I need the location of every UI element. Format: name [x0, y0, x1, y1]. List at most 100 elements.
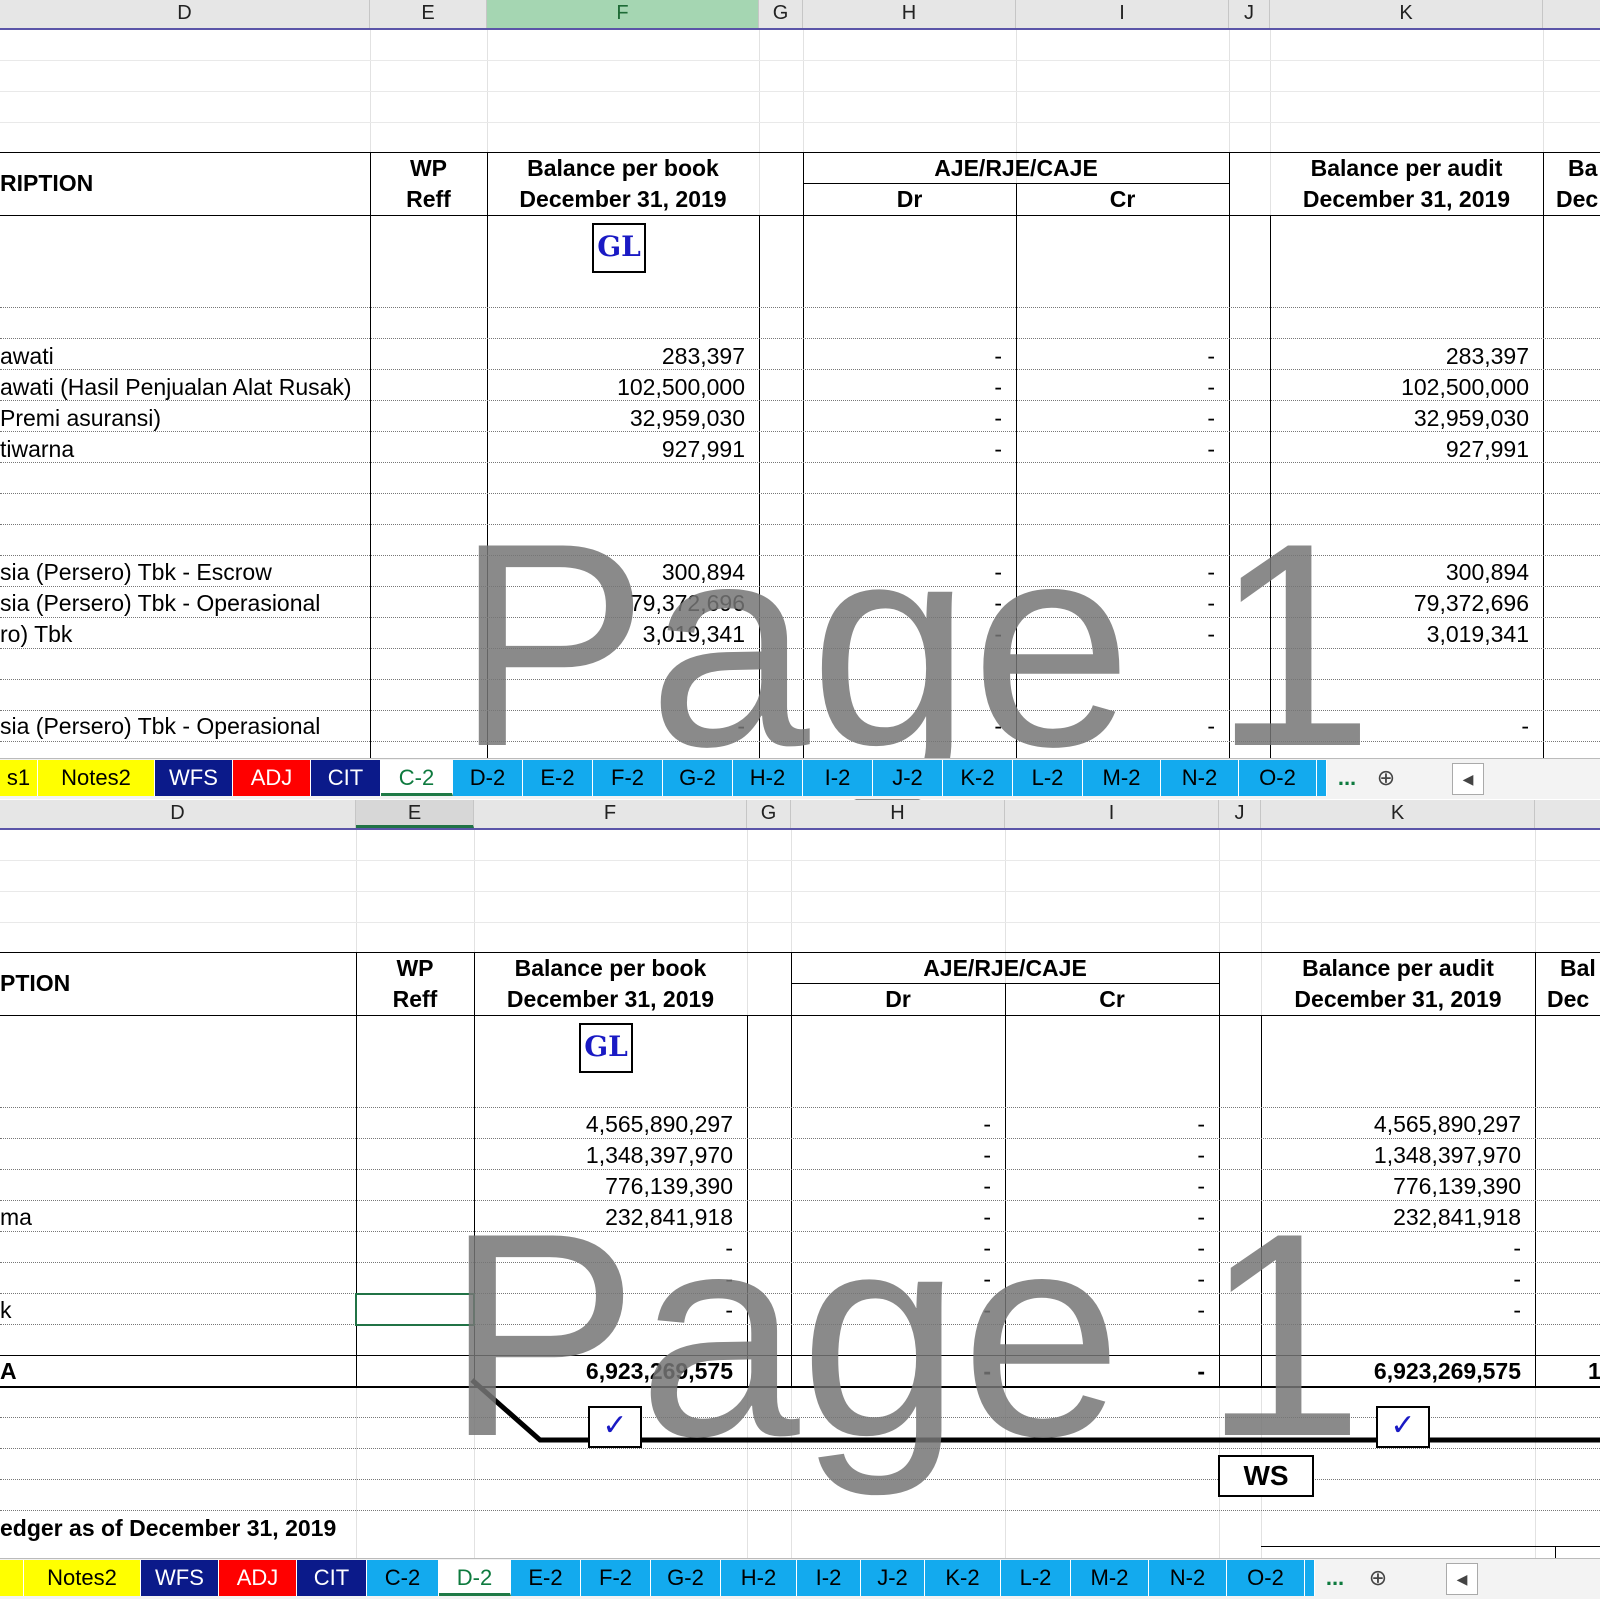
sheet-tab[interactable]: CIT — [297, 1560, 367, 1596]
sheet-tab[interactable]: D-2 — [453, 760, 523, 796]
cell-grid[interactable]: PTION WP Reff Balance per book December … — [0, 830, 1600, 1558]
row-description: ro) Tbk — [0, 621, 73, 647]
book-header-line2: December 31, 2019 — [519, 186, 727, 212]
sheet-tab-active[interactable]: D-2 — [439, 1560, 511, 1596]
sheet-tab[interactable]: WFS — [155, 760, 233, 796]
sheet-tab[interactable]: F-2 — [593, 760, 663, 796]
sheet-tab[interactable]: C-2 — [367, 1560, 439, 1596]
sheet-tab[interactable]: J-2 — [861, 1560, 925, 1596]
column-header-f[interactable]: F — [487, 0, 759, 28]
row-description: sia (Persero) Tbk - Operasional — [0, 590, 321, 616]
sheet-tab[interactable]: L-2 — [1013, 760, 1083, 796]
sheet-tab[interactable]: s1 — [0, 760, 38, 796]
sheet-tab[interactable]: O-2 — [1239, 760, 1317, 796]
row-book-value: 79,372,696 — [629, 590, 745, 616]
column-header-i[interactable]: I — [1016, 0, 1229, 28]
row-book-value: 1,348,397,970 — [585, 1142, 733, 1168]
sheet-tab-active[interactable]: C-2 — [381, 760, 453, 796]
column-header-g[interactable]: G — [747, 800, 791, 828]
row-book-value: 283,397 — [661, 343, 745, 369]
column-header-d[interactable]: D — [0, 800, 356, 828]
column-header-k[interactable]: K — [1270, 0, 1543, 28]
sheet-tab[interactable]: G-2 — [651, 1560, 721, 1596]
row-audit-value: - — [1513, 1297, 1521, 1323]
sheet-tab[interactable]: J-2 — [873, 760, 943, 796]
column-header-k[interactable]: K — [1261, 800, 1535, 828]
row-cr-value: - — [1207, 343, 1215, 369]
row-dr-value: - — [994, 343, 1002, 369]
row-dr-value: - — [983, 1204, 991, 1230]
audit-header-line1: Balance per audit — [1302, 955, 1494, 981]
row-audit-value: 283,397 — [1445, 343, 1529, 369]
row-description: k — [0, 1297, 12, 1323]
column-header-h[interactable]: H — [791, 800, 1005, 828]
sheet-tab[interactable]: M-2 — [1083, 760, 1161, 796]
ledger-note: edger as of December 31, 2019 — [0, 1515, 337, 1541]
sheet-tab[interactable]: ADJ — [233, 760, 311, 796]
column-header-row: D E F G H I J K — [0, 0, 1600, 30]
column-header-l[interactable] — [1543, 0, 1600, 28]
column-header-g[interactable]: G — [759, 0, 803, 28]
sheet-tab[interactable]: L-2 — [1001, 1560, 1071, 1596]
add-sheet-icon[interactable]: ⊕ — [1362, 1563, 1394, 1593]
sheet-tab[interactable]: H-2 — [733, 760, 803, 796]
audit-header-line2: December 31, 2019 — [1294, 986, 1502, 1012]
row-description: sia (Persero) Tbk - Operasional — [0, 713, 321, 739]
column-header-j[interactable]: J — [1219, 800, 1261, 828]
gl-tickmark-icon: GL — [592, 223, 646, 273]
sheet-tab-partial[interactable] — [1305, 1560, 1315, 1596]
next-header-line1: Bal — [1560, 955, 1596, 981]
column-header-i[interactable]: I — [1005, 800, 1219, 828]
next-header-line2: Dec — [1556, 186, 1599, 212]
row-dr-value: - — [994, 374, 1002, 400]
sheet-tab[interactable]: CIT — [311, 760, 381, 796]
row-dr-value: - — [983, 1266, 991, 1292]
row-audit-value: 3,019,341 — [1426, 621, 1529, 647]
sheet-tab[interactable]: K-2 — [925, 1560, 1001, 1596]
column-header-h[interactable]: H — [803, 0, 1016, 28]
sheet-tab[interactable]: M-2 — [1071, 1560, 1149, 1596]
sheet-tab[interactable]: H-2 — [721, 1560, 797, 1596]
sheet-tab[interactable]: N-2 — [1161, 760, 1239, 796]
row-dr-value: - — [983, 1297, 991, 1323]
column-header-f[interactable]: F — [474, 800, 747, 828]
row-dr-value: - — [983, 1111, 991, 1137]
row-audit-value: 32,959,030 — [1413, 405, 1529, 431]
cell-grid[interactable]: RIPTION WP Reff Balance per book Decembe… — [0, 30, 1600, 790]
sheet-tab[interactable]: I-2 — [803, 760, 873, 796]
sheet-tab[interactable]: N-2 — [1149, 1560, 1227, 1596]
column-header-l[interactable] — [1535, 800, 1600, 828]
sheet-tab[interactable]: I-2 — [797, 1560, 861, 1596]
sheet-tab[interactable] — [0, 1560, 24, 1596]
sheet-tab[interactable]: ADJ — [219, 1560, 297, 1596]
row-cr-value: - — [1197, 1111, 1205, 1137]
ws-reference-box: WS — [1218, 1455, 1314, 1497]
sheet-tab[interactable]: E-2 — [523, 760, 593, 796]
sheet-tab[interactable]: K-2 — [943, 760, 1013, 796]
row-cr-value: - — [1207, 405, 1215, 431]
sheet-tab[interactable]: Notes2 — [38, 760, 155, 796]
more-sheets-icon[interactable]: ... — [1332, 763, 1362, 793]
sheet-tab[interactable]: G-2 — [663, 760, 733, 796]
row-audit-value: 776,139,390 — [1393, 1173, 1521, 1199]
row-cr-value: - — [1197, 1266, 1205, 1292]
sheet-tab[interactable]: F-2 — [581, 1560, 651, 1596]
sheet-tab[interactable]: WFS — [141, 1560, 219, 1596]
add-sheet-icon[interactable]: ⊕ — [1370, 763, 1402, 793]
column-header-j[interactable]: J — [1229, 0, 1270, 28]
sheet-tab[interactable]: O-2 — [1227, 1560, 1305, 1596]
column-header-d[interactable]: D — [0, 0, 370, 28]
sheet-tab[interactable]: E-2 — [511, 1560, 581, 1596]
sheet-tab[interactable]: Notes2 — [24, 1560, 141, 1596]
scroll-left-icon[interactable]: ◀ — [1446, 1563, 1478, 1595]
sheet-tab-partial[interactable] — [1317, 760, 1327, 796]
more-sheets-icon[interactable]: ... — [1320, 1563, 1350, 1593]
selected-cell[interactable] — [355, 1293, 475, 1326]
row-dr-value: - — [994, 590, 1002, 616]
row-dr-value: - — [994, 713, 1002, 739]
scroll-left-icon[interactable]: ◀ — [1452, 763, 1484, 795]
column-header-e[interactable]: E — [356, 800, 474, 828]
column-header-e[interactable]: E — [370, 0, 487, 28]
row-dr-value: - — [994, 436, 1002, 462]
row-dr-value: - — [994, 559, 1002, 585]
